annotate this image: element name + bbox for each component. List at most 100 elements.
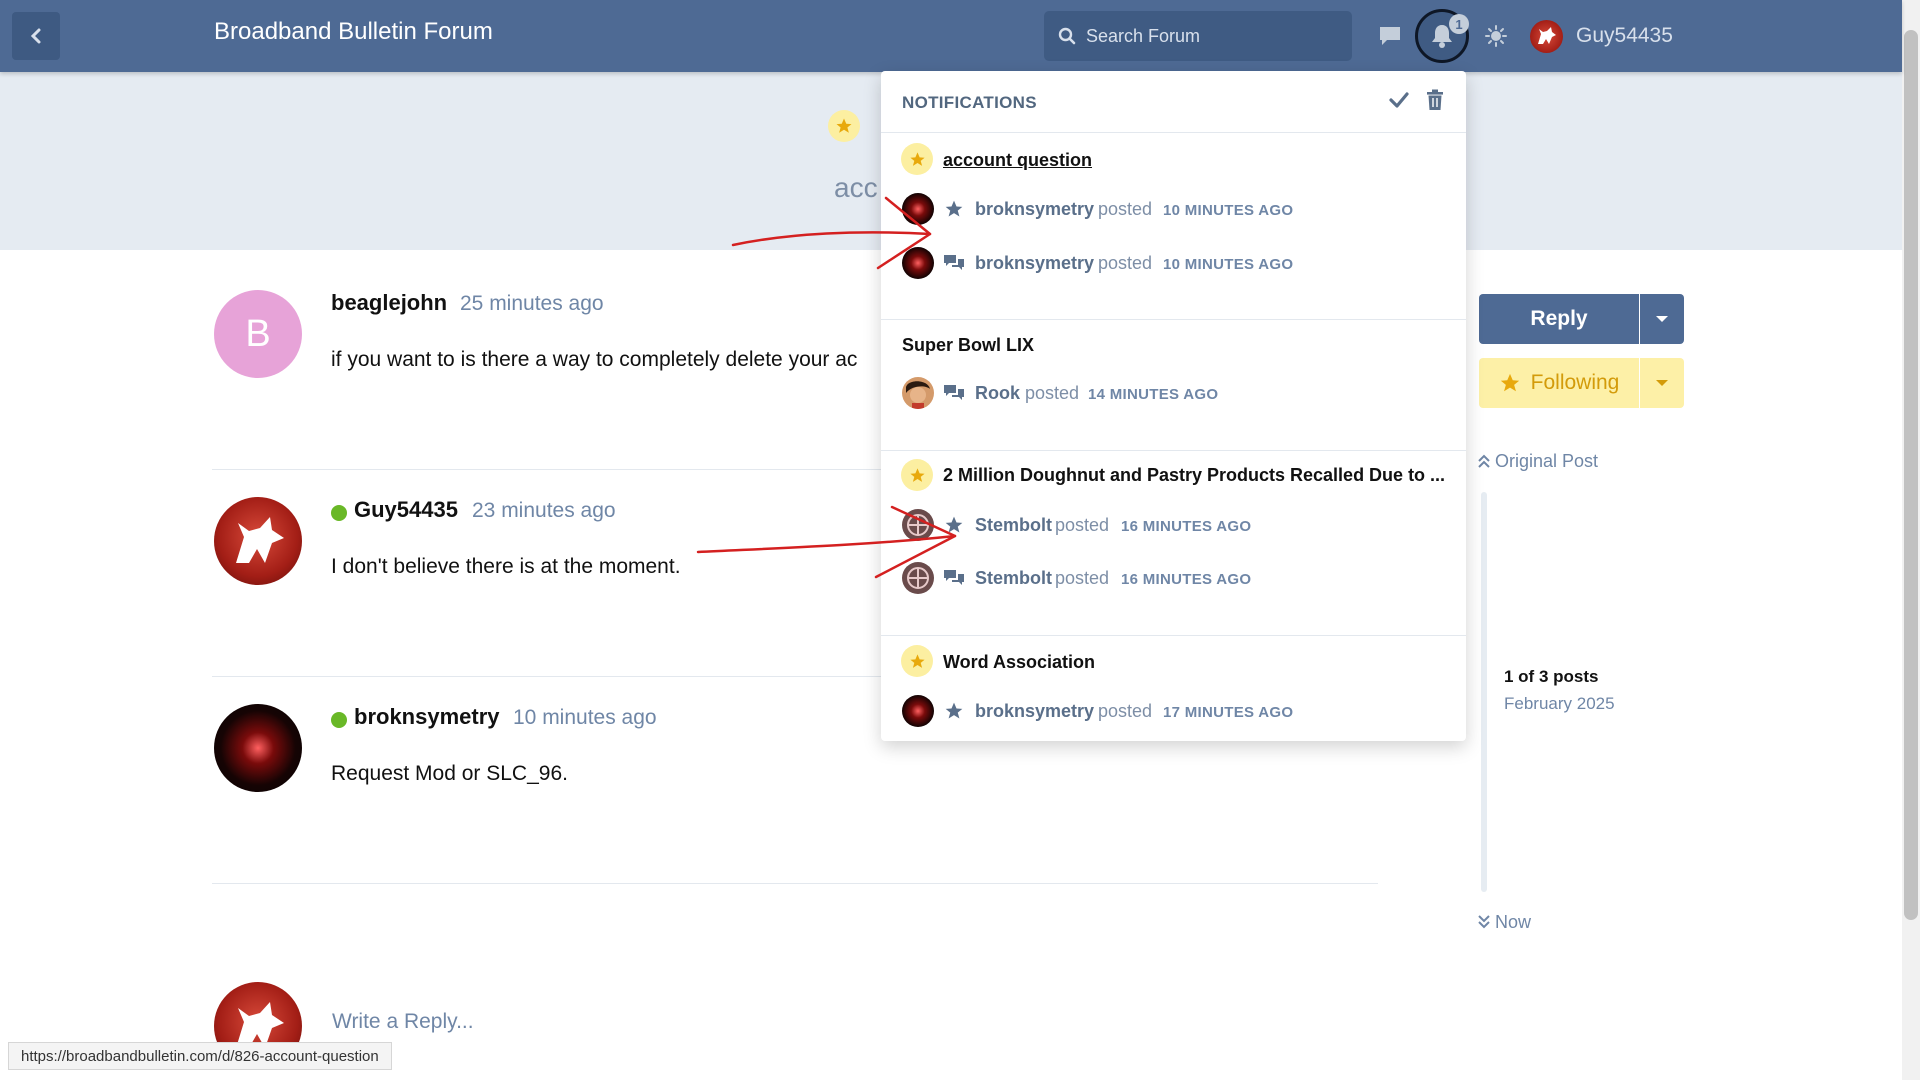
- notification-group-title[interactable]: Word Association: [943, 652, 1095, 673]
- notification-verb: posted: [1098, 253, 1153, 273]
- star-icon: [836, 118, 852, 133]
- notification-time: 10 MINUTES AGO: [1163, 256, 1294, 273]
- messages-button[interactable]: [1374, 20, 1406, 52]
- group-divider: [881, 450, 1466, 451]
- notification-verb: posted: [1098, 701, 1153, 721]
- avatar: [902, 377, 934, 409]
- avatar: [902, 193, 934, 225]
- avatar[interactable]: [214, 704, 302, 792]
- wolf-icon: [236, 517, 284, 563]
- user-avatar[interactable]: [1530, 20, 1563, 53]
- app-header: Broadband Bulletin Forum 1 Guy54435: [0, 0, 1902, 72]
- notification-group-title[interactable]: 2 Million Doughnut and Pastry Products R…: [943, 465, 1445, 486]
- search-icon: [1058, 27, 1076, 45]
- notifications-title: NOTIFICATIONS: [902, 93, 1037, 112]
- back-button[interactable]: [12, 12, 60, 60]
- forum-title[interactable]: Broadband Bulletin Forum: [214, 18, 493, 46]
- reply-button[interactable]: Reply: [1479, 294, 1639, 344]
- now-link[interactable]: Now: [1478, 912, 1531, 933]
- notification-time: 16 MINUTES AGO: [1121, 518, 1252, 535]
- star-icon: [909, 653, 925, 668]
- clear-all-button[interactable]: [1425, 89, 1445, 116]
- now-label: Now: [1495, 912, 1532, 932]
- original-post-label: Original Post: [1495, 451, 1599, 471]
- post-scrubber[interactable]: [1481, 492, 1487, 892]
- star-icon: [1500, 373, 1519, 392]
- post-divider: [212, 883, 1378, 884]
- original-post-link[interactable]: Original Post: [1478, 451, 1598, 472]
- notification-time: 14 MINUTES AGO: [1088, 386, 1219, 403]
- sun-icon: [1485, 25, 1507, 47]
- wolf-icon: [1538, 27, 1556, 44]
- following-button[interactable]: Following: [1479, 358, 1639, 408]
- trash-icon: [1427, 89, 1443, 110]
- avatar[interactable]: B: [214, 290, 302, 378]
- group-star-badge: [901, 459, 933, 491]
- avatar[interactable]: [214, 497, 302, 585]
- caret-down-icon: [1656, 380, 1668, 386]
- reply-dropdown-button[interactable]: [1640, 294, 1684, 344]
- write-reply-input[interactable]: Write a Reply...: [332, 1010, 474, 1034]
- online-indicator: [331, 505, 347, 521]
- notifications-button[interactable]: 1: [1415, 9, 1469, 63]
- notification-time: 10 MINUTES AGO: [1163, 202, 1294, 219]
- star-icon: [943, 198, 965, 220]
- notification-user: broknsymetry: [975, 701, 1095, 721]
- notification-verb: posted: [1098, 199, 1153, 219]
- notification-count-badge: 1: [1449, 14, 1469, 34]
- search-box[interactable]: [1044, 11, 1352, 61]
- notification-user: Stembolt: [975, 568, 1053, 588]
- discussion-title: acc: [834, 172, 878, 203]
- notification-user: broknsymetry: [975, 199, 1095, 219]
- scrollbar-thumb[interactable]: [1904, 30, 1918, 920]
- notification-user: Rook: [975, 383, 1020, 403]
- following-label: Following: [1530, 371, 1620, 394]
- group-divider: [881, 319, 1466, 320]
- avatar: [902, 509, 934, 541]
- theme-toggle-button[interactable]: [1480, 20, 1512, 52]
- comments-icon: [943, 567, 965, 589]
- mark-all-read-button[interactable]: [1388, 89, 1410, 116]
- post-time[interactable]: 25 minutes ago: [460, 292, 604, 316]
- star-icon: [909, 151, 925, 166]
- search-input[interactable]: [1086, 25, 1336, 47]
- avatar: [902, 695, 934, 727]
- comments-icon: [943, 382, 965, 404]
- avatar-letter: B: [245, 312, 271, 355]
- sticky-badge: [828, 110, 860, 142]
- following-dropdown-button[interactable]: [1640, 358, 1684, 408]
- notifications-header: NOTIFICATIONS: [881, 71, 1466, 133]
- link-preview-status: https://broadbandbulletin.com/d/826-acco…: [8, 1042, 392, 1070]
- avatar: [902, 562, 934, 594]
- notification-group-title[interactable]: account question: [943, 150, 1092, 171]
- avatar: [902, 247, 934, 279]
- check-icon: [1389, 92, 1409, 108]
- notification-user: broknsymetry: [975, 253, 1095, 273]
- star-icon: [943, 700, 965, 722]
- group-star-badge: [901, 645, 933, 677]
- post-time[interactable]: 23 minutes ago: [472, 499, 616, 523]
- notification-group-title[interactable]: Super Bowl LIX: [902, 335, 1034, 356]
- chevron-left-icon: [30, 28, 41, 44]
- star-icon: [943, 514, 965, 536]
- caret-down-icon: [1656, 316, 1668, 322]
- star-icon: [909, 467, 925, 482]
- notification-verb: posted: [1055, 568, 1110, 588]
- comment-icon: [1380, 27, 1400, 45]
- post-author[interactable]: beaglejohn: [331, 290, 447, 316]
- post-author[interactable]: broknsymetry: [354, 704, 500, 730]
- group-star-badge: [901, 143, 933, 175]
- user-menu[interactable]: Guy54435: [1576, 24, 1673, 48]
- posts-count: 1 of 3 posts: [1504, 667, 1599, 686]
- notifications-dropdown: NOTIFICATIONS account question broknsyme…: [881, 71, 1466, 741]
- notification-verb: posted: [1055, 515, 1110, 535]
- notification-time: 17 MINUTES AGO: [1163, 704, 1294, 721]
- notification-time: 16 MINUTES AGO: [1121, 571, 1252, 588]
- double-chevron-up-icon: [1478, 454, 1490, 468]
- notification-verb: posted: [1025, 383, 1080, 403]
- comments-icon: [943, 252, 965, 274]
- post-time[interactable]: 10 minutes ago: [513, 706, 657, 730]
- double-chevron-down-icon: [1478, 915, 1490, 929]
- online-indicator: [331, 712, 347, 728]
- post-author[interactable]: Guy54435: [354, 497, 458, 523]
